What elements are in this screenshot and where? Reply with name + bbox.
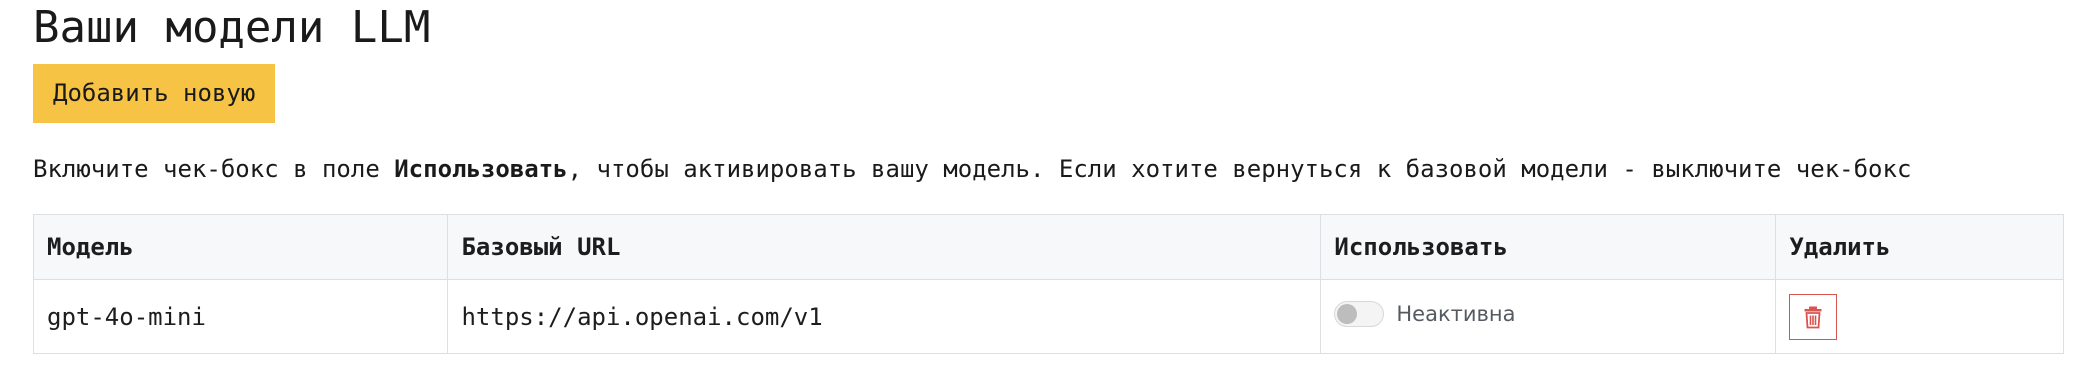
column-header-use: Использовать xyxy=(1320,214,1777,280)
base-url-cell: https://api.openai.com/v1 xyxy=(447,279,1322,354)
instruction-text: Включите чек-бокс в поле Использовать, ч… xyxy=(33,152,1911,186)
model-name-cell: gpt-4o-mini xyxy=(32,279,449,354)
delete-model-button[interactable] xyxy=(1789,293,1838,340)
use-cell: Неактивна xyxy=(1320,279,1777,354)
use-toggle-switch[interactable] xyxy=(1334,300,1385,327)
trash-icon xyxy=(1804,306,1822,328)
delete-cell xyxy=(1775,279,2064,354)
instruction-text-end: , чтобы активировать вашу модель. Если х… xyxy=(567,155,1912,183)
column-header-model: Модель xyxy=(32,214,449,280)
column-header-delete: Удалить xyxy=(1775,214,2064,280)
add-model-button[interactable]: Добавить новую xyxy=(33,64,276,123)
instruction-text-start: Включите чек-бокс в поле xyxy=(33,155,395,183)
instruction-field-name: Использовать xyxy=(394,155,568,183)
models-table: Модель Базовый URL Использовать Удалить … xyxy=(32,214,2064,354)
table-header-row: Модель Базовый URL Использовать Удалить xyxy=(32,214,2064,280)
use-toggle-group: Неактивна xyxy=(1334,300,1516,327)
toggle-knob xyxy=(1337,303,1358,324)
status-label: Неактивна xyxy=(1396,301,1516,326)
table-row: gpt-4o-mini https://api.openai.com/v1 Не… xyxy=(32,279,2064,354)
column-header-base-url: Базовый URL xyxy=(447,214,1322,280)
llm-models-page: Ваши модели LLM Добавить новую Включите … xyxy=(32,0,2077,354)
page-title: Ваши модели LLM xyxy=(33,2,431,53)
